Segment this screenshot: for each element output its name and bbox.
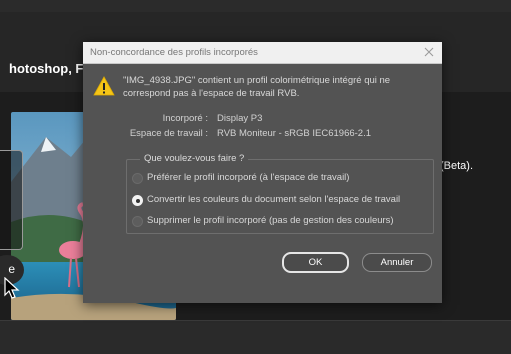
app-footer-divider xyxy=(0,320,511,321)
embedded-profile-value: Display P3 xyxy=(217,113,263,124)
background-side-panel xyxy=(0,150,23,250)
warning-icon xyxy=(93,76,115,96)
mouse-cursor-icon xyxy=(4,277,20,299)
option-discard-embedded-profile-label: Supprimer le profil incorporé (pas de ge… xyxy=(147,215,394,226)
dialog-titlebar[interactable]: Non-concordance des profils incorporés xyxy=(83,42,442,64)
embedded-profile-label: Incorporé : xyxy=(162,113,208,124)
option-use-embedded-profile-label: Préférer le profil incorporé (à l'espace… xyxy=(147,172,350,183)
radio-use-embedded-profile[interactable] xyxy=(132,173,143,184)
action-options-group: Que voulez-vous faire ? Préférer le prof… xyxy=(126,153,434,234)
close-icon[interactable] xyxy=(423,46,435,58)
background-beta-text: (Beta). xyxy=(440,160,474,172)
profile-mismatch-dialog: Non-concordance des profils incorporés "… xyxy=(83,42,442,303)
app-footer xyxy=(0,320,511,354)
background-round-button-label: e xyxy=(8,262,15,276)
ok-button[interactable]: OK xyxy=(282,252,349,273)
working-space-label: Espace de travail : xyxy=(129,128,208,139)
working-space-value: RVB Moniteur - sRGB IEC61966-2.1 xyxy=(217,128,372,139)
app-top-strip xyxy=(0,0,511,12)
radio-discard-embedded-profile[interactable] xyxy=(132,216,143,227)
cancel-button[interactable]: Annuler xyxy=(362,253,432,272)
option-convert-to-working-space-label: Convertir les couleurs du document selon… xyxy=(147,194,401,205)
dialog-title: Non-concordance des profils incorporés xyxy=(90,47,258,58)
action-question: Que voulez-vous faire ? xyxy=(140,153,249,164)
radio-convert-to-working-space[interactable] xyxy=(132,195,143,206)
mismatch-message: "IMG_4938.JPG" contient un profil colori… xyxy=(123,75,391,99)
app-title: hotoshop, F xyxy=(9,61,84,76)
